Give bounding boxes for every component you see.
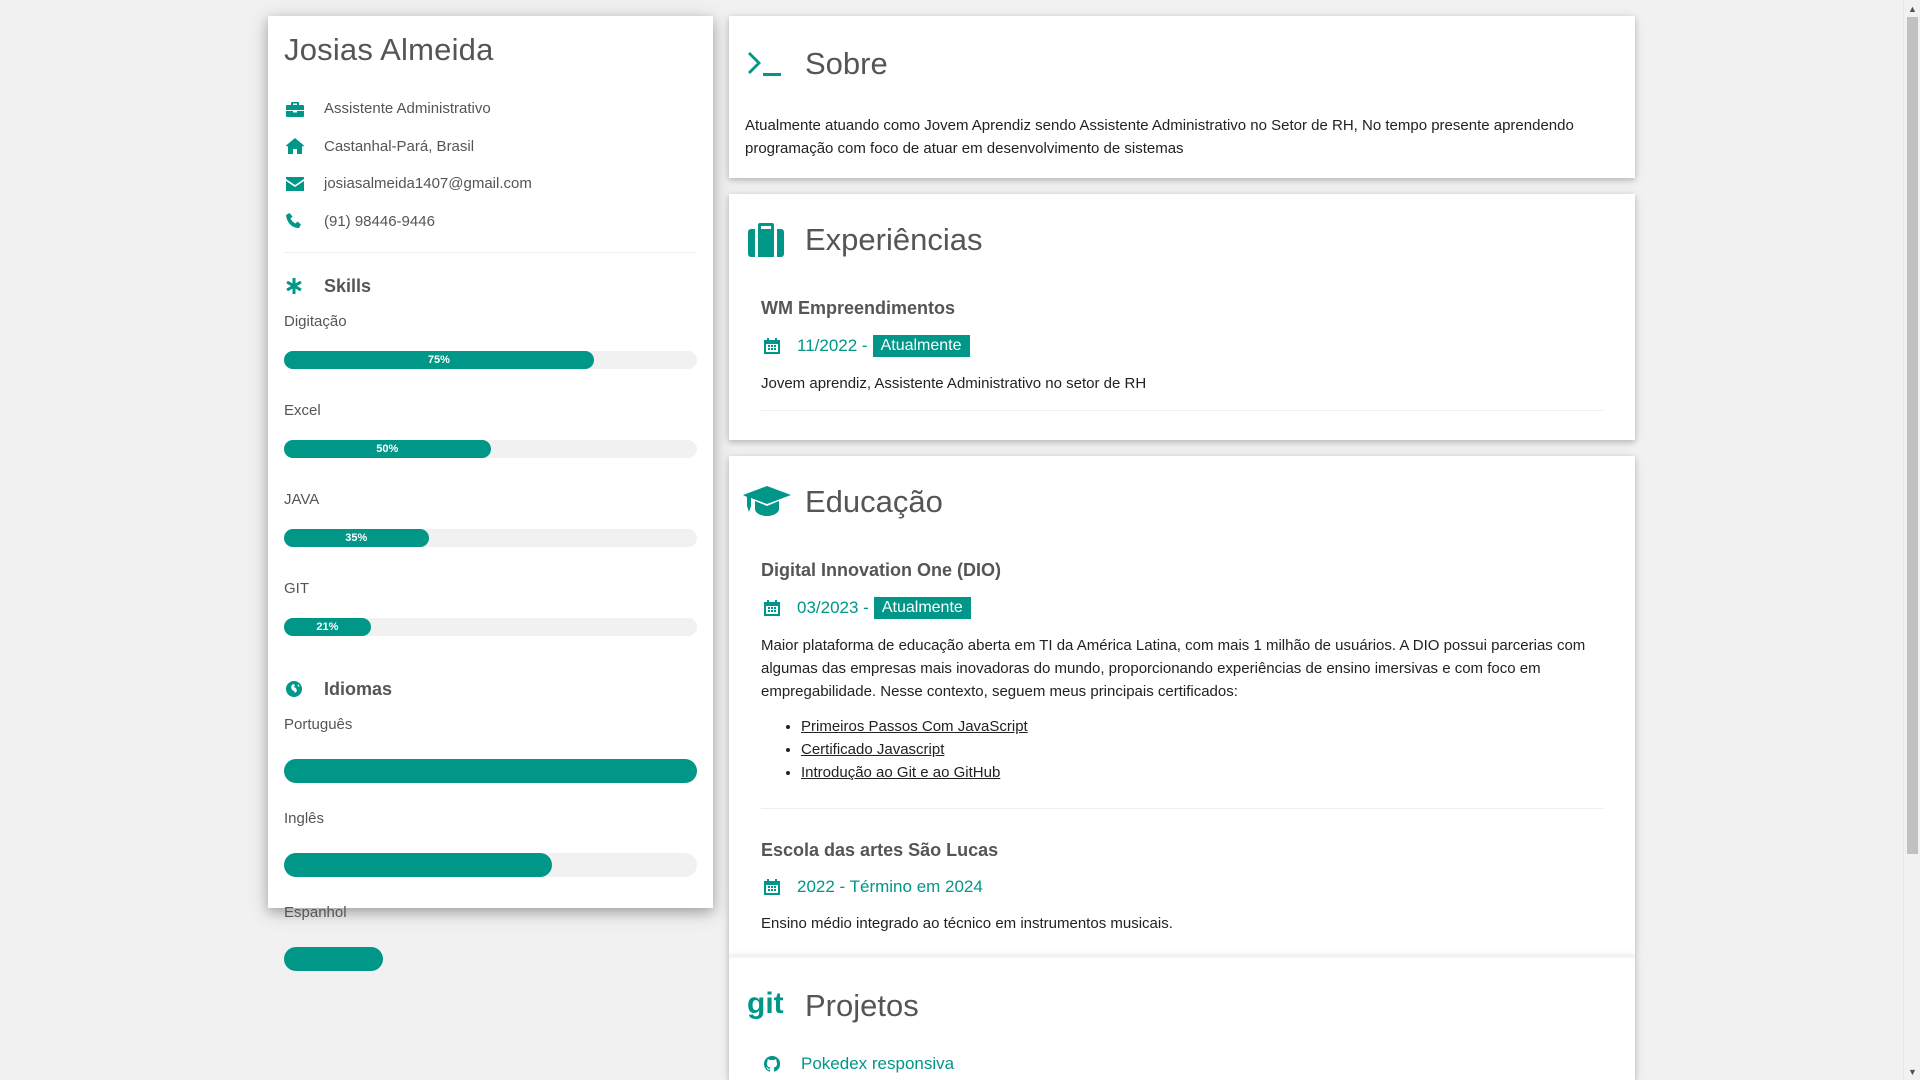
education-card: Educação Digital Innovation One (DIO) 03… — [729, 456, 1635, 956]
info-location: Castanhal-Pará, Brasil — [284, 128, 697, 166]
info-phone-text: (91) 98446-9446 — [324, 212, 435, 230]
skill-bar: 35% — [284, 529, 697, 547]
profile-card: Josias Almeida Assistente Administrativo… — [268, 16, 713, 971]
divider — [284, 252, 697, 253]
language-bar — [284, 947, 697, 971]
language-bar — [284, 759, 697, 783]
info-email-text: josiasalmeida1407@gmail.com — [324, 175, 532, 193]
languages-title: Idiomas — [324, 678, 393, 699]
projects-heading: git Projetos — [729, 978, 1635, 1034]
info-email: josiasalmeida1407@gmail.com — [284, 165, 697, 203]
experience-entry: WM Empreendimentos 11/2022 - Atualmente … — [729, 268, 1635, 411]
skill-bar-fill: 35% — [284, 529, 429, 547]
experience-date: 11/2022 - Atualmente — [761, 335, 1603, 357]
certificate-link[interactable]: Certificado Javascript — [801, 741, 944, 758]
graduation-cap-icon — [743, 486, 805, 518]
education-period: 2022 - Término em 2024 — [797, 877, 983, 896]
calendar-icon — [761, 600, 797, 616]
scroll-down-arrow-icon[interactable]: ▼ — [1904, 1063, 1920, 1080]
list-item: Primeiros Passos Com JavaScript — [801, 715, 1603, 738]
education-date: 03/2023 - Atualmente — [761, 597, 1603, 619]
home-icon — [284, 138, 324, 155]
list-item: Introdução ao Git e ao GitHub — [801, 761, 1603, 784]
education-date: 2022 - Término em 2024 — [761, 877, 1603, 897]
projects-title: Projetos — [805, 988, 919, 1023]
education-heading: Educação — [729, 474, 1635, 530]
experience-start: 11/2022 - — [797, 336, 868, 355]
education-description: Maior plataforma de educação aberta em T… — [761, 637, 1586, 700]
skills-title: Skills — [324, 275, 372, 296]
list-item: Certificado Javascript — [801, 738, 1603, 761]
about-card: Sobre Atualmente atuando como Jovem Apre… — [729, 16, 1635, 178]
language-bar — [284, 853, 697, 877]
divider — [761, 410, 1603, 411]
terminal-icon — [747, 51, 805, 77]
language-bar-fill — [284, 947, 384, 971]
certificate-link[interactable]: Introdução ao Git e ao GitHub — [801, 764, 1000, 781]
language-label: Espanhol — [284, 904, 347, 921]
education-description: Ensino médio integrado ao técnico em ins… — [761, 915, 1173, 932]
skill-label: JAVA — [284, 491, 320, 508]
skill-bar-fill: 21% — [284, 618, 371, 636]
about-heading: Sobre — [729, 36, 1635, 92]
github-icon — [761, 1056, 801, 1072]
skill-label: GIT — [284, 580, 309, 597]
language-bar-fill — [284, 853, 553, 877]
projects-card: git Projetos Pokedex responsiva — [729, 956, 1635, 1080]
briefcase-icon — [284, 101, 324, 117]
education-entry: Digital Innovation One (DIO) 03/2023 - A… — [729, 530, 1635, 809]
project-name[interactable]: Pokedex responsiva — [801, 1054, 954, 1074]
scrollbar[interactable]: ▲ ▼ — [1903, 0, 1920, 1080]
current-tag: Atualmente — [872, 335, 970, 357]
skill-bar-fill: 50% — [284, 440, 491, 458]
git-icon: git — [747, 989, 805, 1023]
skill-bar: 50% — [284, 440, 697, 458]
skill-label: Excel — [284, 402, 321, 419]
profile-name: Josias Almeida — [284, 32, 494, 67]
phone-icon — [284, 213, 324, 229]
scroll-up-arrow-icon[interactable]: ▲ — [1904, 0, 1920, 17]
about-text: Atualmente atuando como Jovem Aprendiz s… — [745, 117, 1574, 157]
project-item[interactable]: Pokedex responsiva — [729, 1054, 1635, 1074]
svg-text:git: git — [747, 989, 784, 1020]
language-label: Português — [284, 716, 353, 733]
certificate-link[interactable]: Primeiros Passos Com JavaScript — [801, 718, 1028, 735]
envelope-icon — [284, 176, 324, 191]
experience-description: Jovem aprendiz, Assistente Administrativ… — [761, 375, 1147, 392]
language-bar-fill — [284, 759, 697, 783]
education-entry: Escola das artes São Lucas 2022 - Términ… — [729, 809, 1635, 935]
calendar-icon — [761, 879, 797, 895]
info-phone: (91) 98446-9446 — [284, 203, 697, 241]
languages-heading: Idiomas — [284, 676, 697, 702]
language-label: Inglês — [284, 810, 325, 827]
experience-title: Experiências — [805, 222, 983, 257]
skill-label: Digitação — [284, 313, 347, 330]
experience-heading: Experiências — [729, 212, 1635, 268]
info-job: Assistente Administrativo — [284, 90, 697, 128]
education-institution: Digital Innovation One (DIO) — [761, 560, 1001, 580]
asterisk-icon — [284, 278, 324, 294]
info-location-text: Castanhal-Pará, Brasil — [324, 137, 475, 155]
info-job-text: Assistente Administrativo — [324, 100, 491, 118]
skill-bar: 75% — [284, 351, 697, 369]
experience-card: Experiências WM Empreendimentos 11/2022 … — [729, 194, 1635, 440]
skill-bar-fill: 75% — [284, 351, 594, 369]
education-start: 03/2023 - — [797, 598, 869, 617]
education-institution: Escola das artes São Lucas — [761, 840, 999, 860]
skill-bar: 21% — [284, 618, 697, 636]
skills-heading: Skills — [284, 273, 697, 299]
globe-icon — [284, 681, 324, 697]
education-title: Educação — [805, 484, 943, 519]
briefcase-icon — [747, 223, 805, 257]
calendar-icon — [761, 338, 797, 354]
scroll-thumb[interactable] — [1907, 17, 1918, 854]
current-tag: Atualmente — [873, 597, 971, 619]
about-title: Sobre — [805, 46, 888, 81]
experience-company: WM Empreendimentos — [761, 298, 956, 318]
resume-page: Josias Almeida Assistente Administrativo… — [0, 0, 1920, 1080]
certificate-list: Primeiros Passos Com JavaScript Certific… — [761, 715, 1603, 784]
